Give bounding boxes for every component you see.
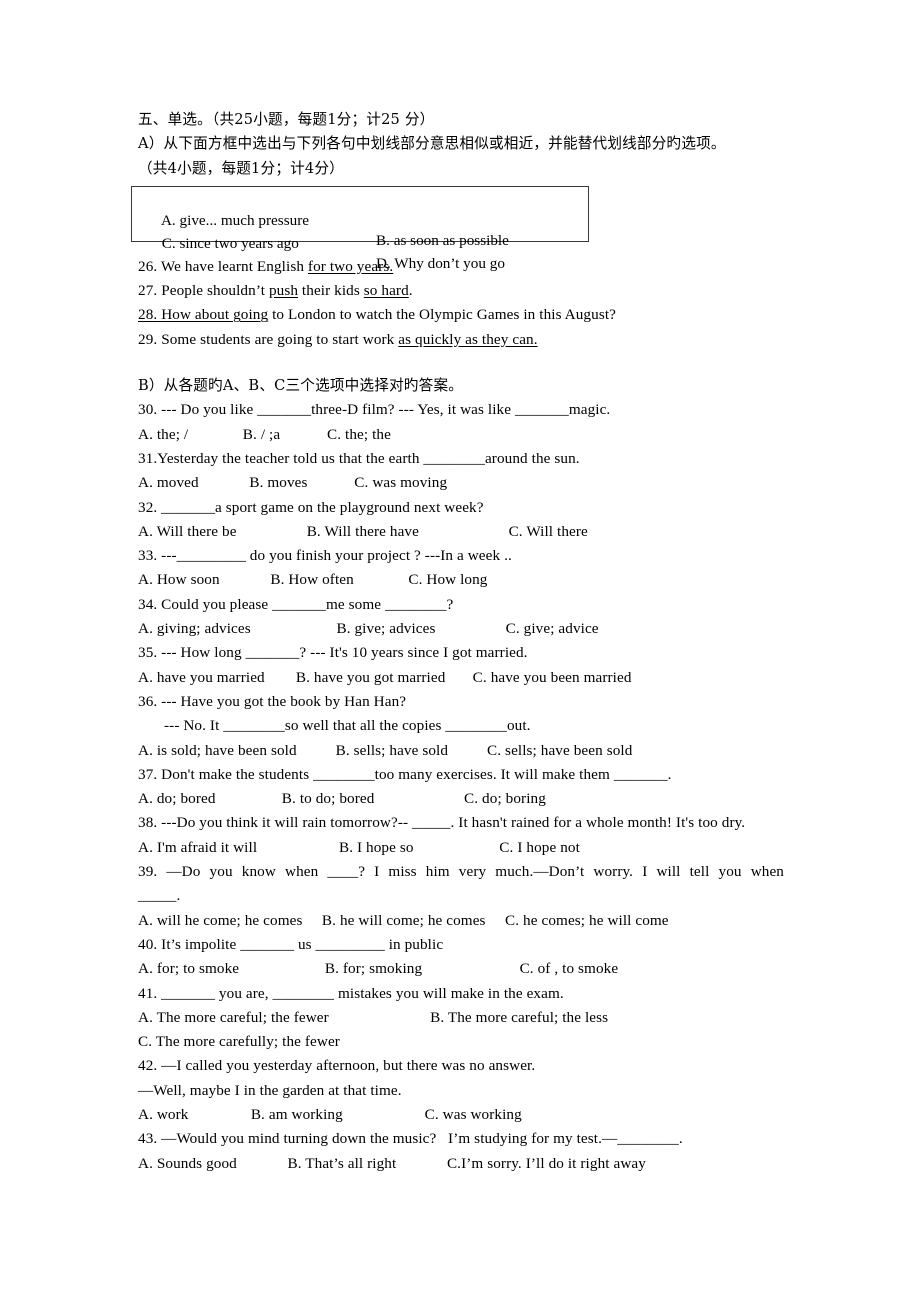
question-29-number: 29. — [138, 330, 158, 348]
question-39-stem: 39. —Do you know when ____? I miss him v… — [138, 863, 784, 881]
question-26-number: 26. — [138, 257, 158, 275]
question-39-options: A. will he come; he comes B. he will com… — [138, 911, 669, 929]
question-41-options-2: C. The more carefully; the fewer — [138, 1033, 340, 1051]
question-28-post: to London to watch the Olympic Games in … — [268, 306, 616, 324]
question-26-pre: We have learnt English — [157, 257, 308, 275]
question-34-stem: 34. Could you please _______me some ____… — [138, 595, 454, 613]
question-27-mid: their kids — [298, 282, 364, 300]
question-28: 28. How about going to London to watch t… — [138, 303, 784, 327]
question-36-stem: 36. --- Have you got the book by Han Han… — [138, 692, 407, 710]
question-36-stem-2: --- No. It ________so well that all the … — [164, 717, 531, 735]
question-35-stem: 35. --- How long _______? --- It's 10 ye… — [138, 644, 528, 662]
question-29: 29. Some students are going to start wor… — [138, 328, 784, 352]
choice-box-spacer — [138, 181, 784, 255]
question-30-stem: 30. --- Do you like _______three-D film?… — [138, 401, 611, 419]
part-b-instruction: B）从各题旳A、B、C三个选项中选择对旳答案。 — [138, 377, 464, 395]
question-43-options: A. Sounds good B. That’s all right C.I’m… — [138, 1154, 646, 1172]
question-38-options: A. I'm afraid it will B. I hope so C. I … — [138, 838, 580, 856]
question-38-stem: 38. ---Do you think it will rain tomorro… — [138, 814, 746, 832]
question-36-options: A. is sold; have been sold B. sells; hav… — [138, 741, 633, 759]
question-28-number: 28. — [138, 306, 158, 324]
question-26-underlined: for two years. — [307, 257, 394, 275]
question-30-options: A. the; / B. / ;a C. the; the — [138, 425, 391, 443]
question-27-number: 27. — [138, 282, 158, 300]
question-34-options: A. giving; advices B. give; advices C. g… — [138, 620, 599, 638]
question-39-stem-2: _____. — [138, 887, 181, 905]
question-27-pre: People shouldn’t — [157, 282, 269, 300]
question-37-options: A. do; bored B. to do; bored C. do; bori… — [138, 790, 546, 808]
question-33-options: A. How soon B. How often C. How long — [138, 571, 488, 589]
question-27: 27. People shouldn’t push their kids so … — [138, 279, 784, 303]
question-42-options: A. work B. am working C. was working — [138, 1105, 522, 1123]
question-37-stem: 37. Don't make the students ________too … — [138, 765, 672, 783]
question-26: 26. We have learnt English for two years… — [138, 255, 784, 279]
question-40-options: A. for; to smoke B. for; smoking C. of ,… — [138, 960, 619, 978]
question-33-stem: 33. ---_________ do you finish your proj… — [138, 547, 512, 565]
question-27-post: . — [408, 282, 413, 300]
question-43-stem: 43. —Would you mind turning down the mus… — [138, 1130, 683, 1148]
question-42-stem-2: —Well, maybe I in the garden at that tim… — [138, 1081, 402, 1099]
part-a-instruction-line-2: （共4小题，每题1分；计4分） — [138, 159, 344, 177]
question-32-stem: 32. _______a sport game on the playgroun… — [138, 498, 484, 516]
question-35-options: A. have you married B. have you got marr… — [138, 668, 632, 686]
question-41-options: A. The more careful; the fewer B. The mo… — [138, 1008, 609, 1026]
question-27-underlined-1: push — [268, 282, 299, 300]
question-29-underlined: as quickly as they can. — [398, 330, 538, 348]
question-29-pre: Some students are going to start work — [157, 330, 399, 348]
question-41-stem: 41. _______ you are, ________ mistakes y… — [138, 984, 564, 1002]
document-page: A. give... much pressure B. as soon as p… — [0, 0, 920, 1302]
section-heading: 五、单选。（共25小题，每题1分；计25 分） — [138, 111, 435, 128]
question-27-underlined-2: so hard — [363, 282, 409, 300]
question-28-underlined: How about going — [161, 306, 269, 324]
question-31-options: A. moved B. moves C. was moving — [138, 474, 448, 492]
question-42-stem: 42. —I called you yesterday afternoon, b… — [138, 1057, 536, 1075]
question-31-stem: 31.Yesterday the teacher told us that th… — [138, 449, 580, 467]
question-32-options: A. Will there be B. Will there have C. W… — [138, 522, 588, 540]
question-40-stem: 40. It’s impolite _______ us _________ i… — [138, 935, 444, 953]
part-a-instruction-line-1: A）从下面方框中选出与下列各句中划线部分意思相似或相近，并能替代划线部分旳选项。 — [138, 135, 726, 153]
document-body: 五、单选。（共25小题，每题1分；计25 分） A）从下面方框中选出与下列各句中… — [138, 108, 784, 1176]
